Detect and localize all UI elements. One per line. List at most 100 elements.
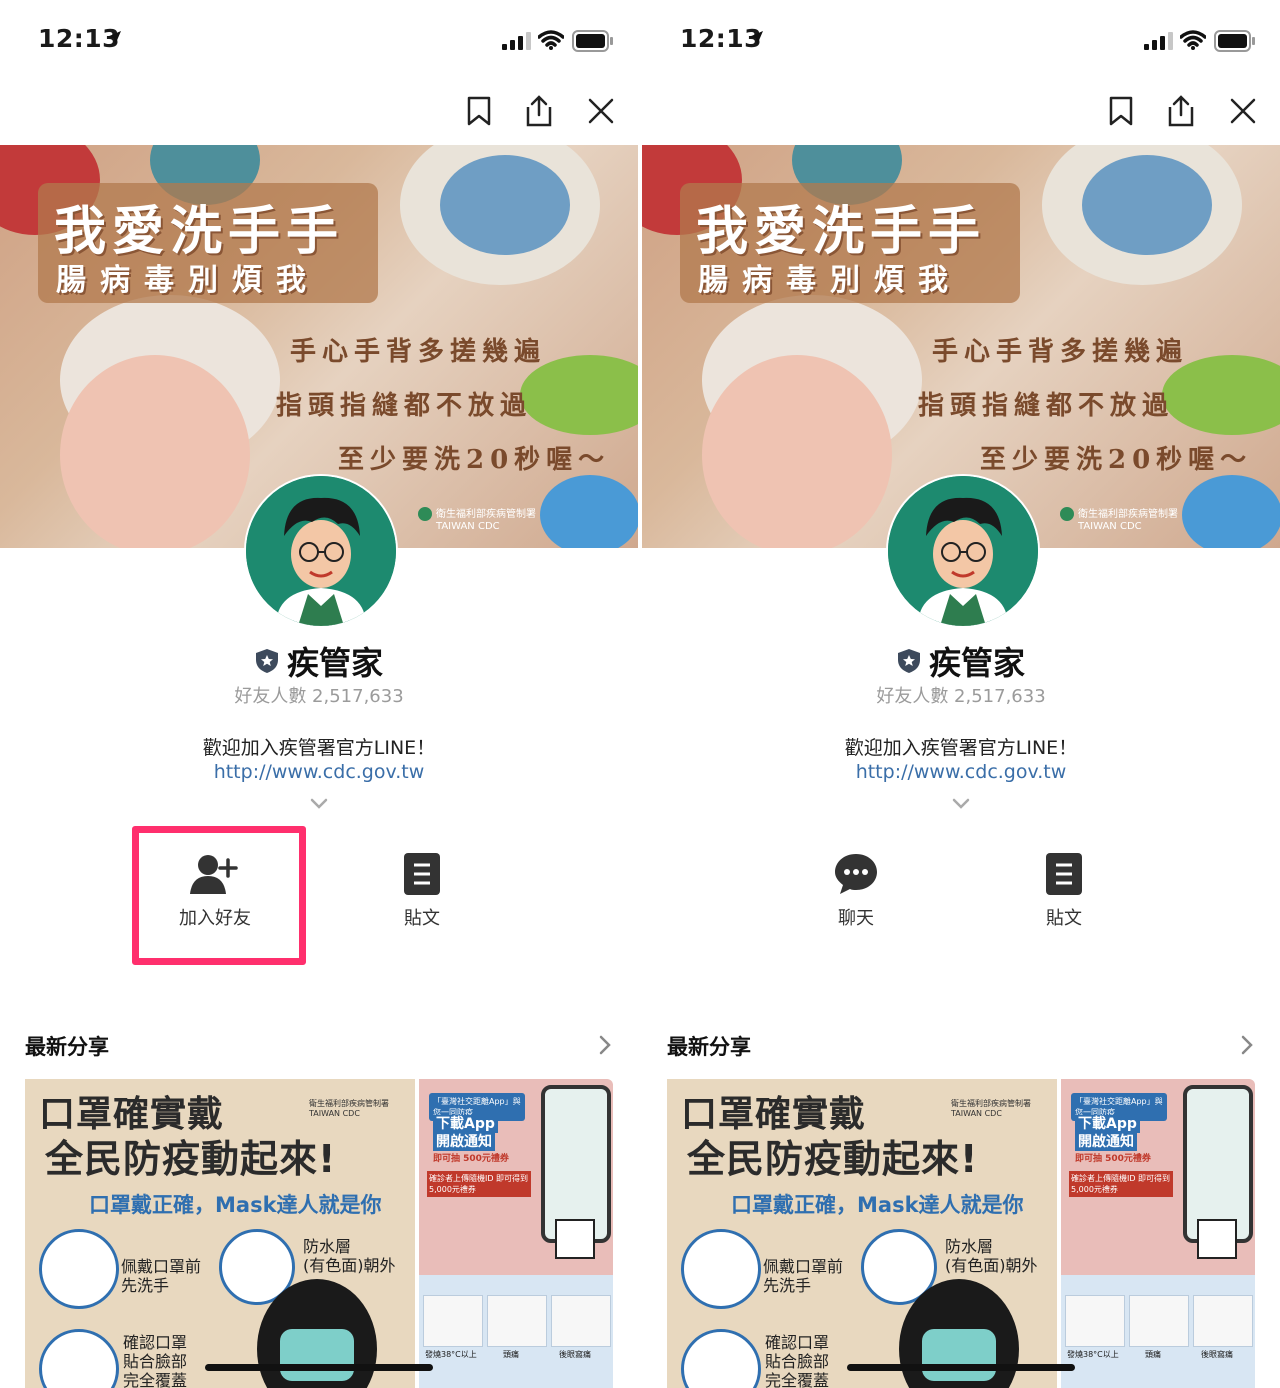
blue-foam: [440, 155, 570, 255]
cdc-logo: 衛生福利部疾病管制署 TAIWAN CDC: [418, 507, 536, 533]
symptom-label: 後眼窩痛: [559, 1350, 591, 1359]
avatar[interactable]: [244, 474, 398, 628]
posts-label: 貼文: [404, 908, 440, 929]
symptom-cell: [487, 1295, 547, 1347]
post-icon: [404, 853, 440, 895]
poster2-notify: 開啟通知: [1075, 1133, 1137, 1151]
virus-character-blue: [1182, 475, 1280, 548]
chevron-down-icon[interactable]: [951, 798, 971, 810]
bookmark-icon: [1109, 96, 1133, 126]
share-button[interactable]: [1164, 94, 1198, 128]
qr-code-icon: [555, 1219, 595, 1259]
latest-post-image-app[interactable]: 「臺灣社交距離App」與您一同防疫 下載App 開啟通知 即可抽 500元禮券 …: [419, 1079, 613, 1388]
close-button[interactable]: [584, 94, 618, 128]
poster2-notify: 開啟通知: [433, 1133, 495, 1151]
post-icon: [1046, 853, 1082, 895]
posts-label: 貼文: [1046, 908, 1082, 929]
poster-step-1: 佩戴口罩前 先洗手: [763, 1257, 844, 1295]
poster2-download: 下載App: [433, 1115, 498, 1133]
account-name: 疾管家: [286, 644, 383, 682]
chat-button[interactable]: 聊天: [796, 852, 916, 930]
latest-post-image-app[interactable]: 「臺灣社交距離App」與您一同防疫 下載App 開啟通知 即可抽 500元禮券 …: [1061, 1079, 1255, 1388]
verified-shield-icon: [897, 649, 920, 673]
share-button[interactable]: [522, 94, 556, 128]
latest-post-image-mask[interactable]: 口罩確實戴 全民防疫動起來! 衛生福利部疾病管制署 TAIWAN CDC 口罩戴正…: [25, 1079, 415, 1388]
account-name-row: 疾管家: [642, 638, 1280, 684]
avatar[interactable]: [886, 474, 1040, 628]
poster2-note: 確診者上傳隨機ID 即可得到5,000元禮券: [427, 1171, 531, 1197]
share-icon: [1168, 95, 1194, 127]
website-link[interactable]: http://www.cdc.gov.tw: [0, 761, 638, 783]
chevron-right-icon[interactable]: [1240, 1034, 1254, 1056]
cdc-logo: 衛生福利部疾病管制署 TAIWAN CDC: [1060, 507, 1178, 533]
cover-line-2: 指頭指縫都不放過: [276, 391, 533, 421]
virus-character-blue: [540, 475, 638, 548]
poster-headline-2: 全民防疫動起來!: [45, 1137, 337, 1181]
cover-line-2: 指頭指縫都不放過: [918, 391, 1175, 421]
cdc-seal-icon: [1060, 507, 1074, 521]
poster2-note: 確診者上傳隨機ID 即可得到5,000元禮券: [1069, 1171, 1173, 1197]
home-indicator[interactable]: [847, 1364, 1075, 1371]
poster2-prize: 即可抽 500元禮券: [433, 1154, 509, 1164]
symptom-grid: 發燒38°C以上 頭痛 後眼窩痛: [419, 1275, 613, 1388]
bookmark-button[interactable]: [462, 94, 496, 128]
poster-cdc-logo: 衛生福利部疾病管制署 TAIWAN CDC: [309, 1099, 389, 1118]
symptom-cell: [1193, 1295, 1253, 1347]
chevron-down-icon[interactable]: [309, 798, 329, 810]
posts-button[interactable]: 貼文: [362, 852, 482, 930]
mask-fit-illustration: [39, 1329, 119, 1388]
poster2-prize: 即可抽 500元禮券: [1075, 1154, 1151, 1164]
doctor-avatar-illustration: [246, 476, 396, 626]
profile-screen-left: 12:13 我愛洗手手 腸病毒別煩我 手心手背多搓幾遍 指頭指縫都不放過 至少要…: [0, 0, 638, 1388]
poster-step-3: 確認口罩 貼合臉部 完全覆蓋: [123, 1333, 188, 1388]
friends-count: 好友人數 2,517,633: [234, 686, 404, 707]
poster-step-3: 確認口罩 貼合臉部 完全覆蓋: [765, 1333, 830, 1388]
poster2-download: 下載App: [1075, 1115, 1140, 1133]
close-icon: [588, 98, 614, 124]
cellular-signal-icon: [1144, 32, 1173, 50]
battery-icon: [572, 30, 613, 52]
symptom-label: 發燒38°C以上: [1067, 1350, 1119, 1359]
poster-step-1: 佩戴口罩前 先洗手: [121, 1257, 202, 1295]
posts-button[interactable]: 貼文: [1004, 852, 1124, 930]
face-mask-illustration: [922, 1329, 996, 1381]
close-button[interactable]: [1226, 94, 1260, 128]
symptom-label: 頭痛: [1145, 1350, 1161, 1359]
latest-post-image-mask[interactable]: 口罩確實戴 全民防疫動起來! 衛生福利部疾病管制署 TAIWAN CDC 口罩戴正…: [667, 1079, 1057, 1388]
symptom-label: 頭痛: [503, 1350, 519, 1359]
location-arrow-icon: [749, 31, 763, 45]
cover-subtitle: 腸病毒別煩我: [56, 263, 320, 298]
verified-shield-icon: [255, 649, 278, 673]
cover-line-1: 手心手背多搓幾遍: [290, 337, 547, 367]
chat-label: 聊天: [838, 908, 874, 929]
chevron-right-icon[interactable]: [598, 1034, 612, 1056]
symptom-cell: [551, 1295, 611, 1347]
bookmark-button[interactable]: [1104, 94, 1138, 128]
symptom-label: 後眼窩痛: [1201, 1350, 1233, 1359]
symptom-cell: [1129, 1295, 1189, 1347]
mask-fit-illustration: [681, 1329, 761, 1388]
home-indicator[interactable]: [205, 1364, 433, 1371]
account-name-row: 疾管家: [0, 638, 638, 684]
washing-hand: [60, 355, 250, 548]
cdc-seal-icon: [418, 507, 432, 521]
poster-step-2: 防水層 (有色面)朝外: [303, 1237, 396, 1275]
wifi-icon: [1180, 30, 1206, 50]
doctor-avatar-illustration: [888, 476, 1038, 626]
qr-code-icon: [1197, 1219, 1237, 1259]
battery-icon: [1214, 30, 1255, 52]
cover-title: 我愛洗手手: [696, 201, 987, 262]
handwash-illustration: [681, 1229, 761, 1309]
close-icon: [1230, 98, 1256, 124]
wifi-icon: [538, 30, 564, 50]
welcome-message: 歡迎加入疾管署官方LINE！: [844, 737, 1078, 759]
highlight-box: [132, 826, 306, 965]
friends-count: 好友人數 2,517,633: [876, 686, 1046, 707]
welcome-message: 歡迎加入疾管署官方LINE！: [202, 737, 436, 759]
latest-share-title[interactable]: 最新分享: [667, 1031, 751, 1061]
cover-title: 我愛洗手手: [54, 201, 345, 262]
latest-share-title[interactable]: 最新分享: [25, 1031, 109, 1061]
poster-headline-2: 全民防疫動起來!: [687, 1137, 979, 1181]
bookmark-icon: [467, 96, 491, 126]
website-link[interactable]: http://www.cdc.gov.tw: [642, 761, 1280, 783]
